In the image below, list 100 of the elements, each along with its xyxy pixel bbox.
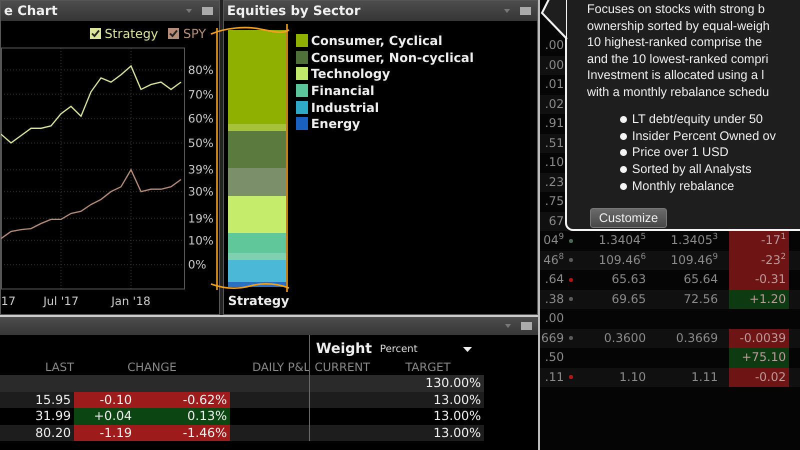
bullet-icon [620,149,627,156]
change-cell: -17$^{1}$ [729,231,789,250]
table-cell-text: 1.3405$^{3}$ [670,231,718,249]
dropdown-icon[interactable] [505,324,511,328]
criteria-item: Insider Percent Owned ov [632,128,776,144]
table-cell-text: 669 [540,330,564,346]
description-line: and the 10 lowest-ranked compri [587,50,770,67]
change-cell: -1.46% [135,424,230,441]
table-cell-text: 1.11 [690,368,718,386]
description-line: with a monthly rebalance schedu [587,84,770,100]
y-tick-label: 30% [188,184,214,199]
table-cell-text: .00 [544,56,564,74]
panel-title: e Chart [4,4,58,18]
change-cell: -0.62% [135,392,230,408]
table-row[interactable]: 15.95 -0.10 -0.62% 13.00% [0,392,484,408]
checkbox[interactable] [168,28,180,39]
change-cell: -0.0039 [729,328,789,348]
bullet-icon [620,132,627,140]
y-tick-label: 70% [188,87,214,102]
criteria-item: Sorted by all Analysts [632,161,752,178]
table-cell-text: 1.10 [618,368,646,386]
x-tick-label: Jan '18 [111,294,151,308]
table-cell-text: .64 [544,271,564,288]
customize-button[interactable]: Customize [590,208,668,228]
table-cell-text: 13.00% [432,408,482,424]
change-cell: -0.10 [74,392,135,408]
table-cell-text: 67 [548,212,564,230]
table-cell-text: .11 [544,368,564,386]
bullet-icon [620,182,627,190]
table-cell-text: 46$^{8}$ [542,250,564,268]
change-cell: +0.04 [74,408,135,424]
table-row[interactable]: .38 69.65 72.56 +1.20 [540,290,800,309]
description-line: Focuses on stocks with strong b [587,1,766,18]
table-row[interactable]: .11 1.10 1.11 -0.02 [540,368,800,387]
legend-label: Financial [311,82,374,98]
change-cell: -0.02 [729,368,789,387]
table-cell-text: 31.99 [34,408,72,424]
table-cell-text: 72.56 [682,290,718,308]
table-cell-text: 109.46$^{6}$ [598,250,646,268]
y-tick-label: 19% [188,211,214,226]
legend-item[interactable]: Strategy [90,26,158,41]
legend-label: Industrial [311,100,379,115]
table-cell-text: 130.00% [424,375,482,392]
criteria-item: Price over 1 USD [632,144,729,161]
table-cell-text: .50 [544,349,564,366]
description-line: Investment is allocated using a l [587,67,766,84]
y-tick-label: 50% [188,136,214,150]
table-cell-text: .75 [544,193,564,210]
description-line: ownership sorted by equal-weigh [587,18,771,34]
description-line: 10 highest-ranked comprise the [587,34,764,50]
change-cell: -0.31 [729,270,789,290]
dropdown-icon[interactable] [186,9,192,13]
table-cell-text: 0.3600 [603,330,646,346]
change-cell: +1.20 [729,290,789,309]
table-row[interactable]: 669 0.3600 0.3669 -0.0039 [540,328,800,348]
column-header[interactable]: TARGET [372,359,484,375]
column-header[interactable]: LAST [0,359,74,375]
table-cell-text: 65.64 [682,271,718,288]
checkbox[interactable] [90,28,101,39]
table-cell-text: .38 [544,290,564,308]
table-cell-text: 04$^{9}$ [542,231,564,249]
y-tick-label: 39% [188,162,214,177]
table-cell-text: .00 [544,310,564,327]
y-tick-label: 0% [188,258,206,272]
column-header[interactable]: CHANGE [74,359,230,375]
criteria-item: LT debt/equity under 50 [632,111,763,128]
table-row[interactable]: 80.20 -1.19 -1.46% 13.00% [0,424,484,441]
legend-label: Technology [311,66,390,82]
table-cell-text: .51 [544,134,564,152]
change-cell: -23$^{2}$ [729,250,789,270]
table-cell-text: 13.00% [432,424,482,441]
y-tick-label: 10% [188,233,214,248]
table-cell-text: .91 [544,115,564,132]
table-cell-text: 13.00% [432,392,482,408]
legend-item[interactable]: SPY [168,26,206,41]
table-cell-text: 15.95 [34,392,72,408]
y-tick-label: 60% [188,112,214,126]
column-header[interactable]: CURRENT [310,359,372,375]
unit-dropdown[interactable]: Percent [380,344,418,354]
table-cell-text: .00 [544,37,564,54]
legend-label: Energy [311,116,360,132]
change-cell: +75.10 [729,348,789,368]
x-tick-label: 17 [1,294,16,308]
change-cell: 0.13% [135,408,230,424]
table-cell-text: .23 [544,174,564,190]
panel-title: Equities by Sector [227,4,360,18]
caret-icon[interactable] [463,346,472,352]
legend-label: Consumer, Non-cyclical [311,50,474,65]
criteria-item: Monthly rebalance [632,178,734,194]
table-cell-text: 69.65 [610,290,646,308]
table-cell-text: 109.46$^{9}$ [670,250,718,268]
column-group-title: Weight [316,341,372,357]
dropdown-icon[interactable] [504,9,510,13]
table-cell-text: 65.63 [610,271,646,288]
column-header[interactable]: DAILY P&L [230,359,310,375]
table-cell-text: 1.3404$^{5}$ [598,231,646,249]
table-row[interactable]: 46$^{8}$ 109.46$^{6}$ 109.46$^{9}$ -23$^{2}$ [540,250,800,270]
table-cell-text: .10 [544,154,564,171]
table-cell-text: .01 [544,76,564,93]
bullet-icon [620,166,627,173]
